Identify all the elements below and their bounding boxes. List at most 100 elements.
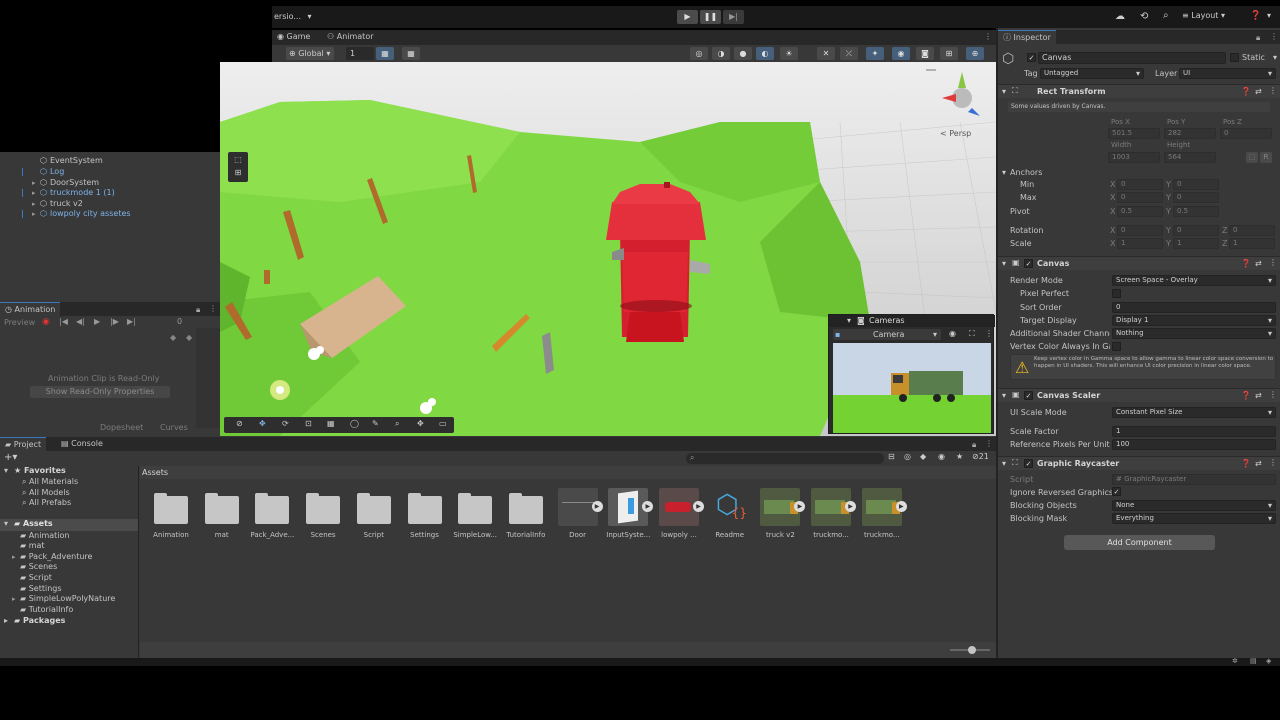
asset-grid-item[interactable]: ▶ Door (556, 488, 606, 542)
perspective-label[interactable]: < Persp (940, 129, 971, 138)
lit-mode-button[interactable]: ◐ (756, 47, 774, 60)
global-gizmo-button[interactable]: ⊕ (966, 47, 984, 60)
project-search-input[interactable]: ⌕ (686, 453, 884, 464)
sort-order-field[interactable]: 0 (1112, 302, 1276, 313)
move-tool-icon[interactable]: ✥ (259, 419, 266, 428)
gizmos-button[interactable]: ⊞ (940, 47, 958, 60)
tab-dopesheet[interactable]: Dopesheet (100, 423, 143, 432)
favorite-item[interactable]: ⌕ All Models (22, 488, 70, 498)
rotation-y-field[interactable]: 0 (1173, 225, 1219, 236)
tab-animator[interactable]: ⚇ Animator (322, 30, 379, 44)
max-y-field[interactable]: 0 (1173, 192, 1219, 203)
cache-icon[interactable]: ▤ (1250, 657, 1257, 665)
asset-folder-item[interactable]: ▰ Scenes (12, 562, 57, 571)
frame-field[interactable]: 0 (177, 317, 182, 326)
notification-icon[interactable]: ◈ (1266, 657, 1271, 665)
favorite-icon[interactable]: ★ (956, 452, 963, 461)
asset-grid-folder[interactable]: TutorialInfo (505, 488, 555, 542)
first-frame-icon[interactable]: |◀ (59, 317, 68, 326)
scale-y-field[interactable]: 1 (1173, 238, 1219, 249)
add-keyframe-icon[interactable]: ◆ (170, 333, 176, 342)
chevron-right-icon[interactable]: ▸ (32, 200, 40, 208)
rotation-x-field[interactable]: 0 (1117, 225, 1163, 236)
asset-folder-item[interactable]: ▰ mat (12, 541, 45, 550)
tab-animation[interactable]: ◷ Animation (0, 302, 61, 316)
chevron-down-icon[interactable]: ▾ (1273, 53, 1277, 62)
graphic-raycaster-header[interactable]: ▾ ⛶ ✓ Graphic Raycaster ❓ ⇄ ⋮ (998, 456, 1280, 470)
tag-dropdown[interactable]: Untagged (1040, 68, 1144, 79)
pivot-y-field[interactable]: 0.5 (1173, 206, 1219, 217)
preset-icon[interactable]: ⇄ (1255, 259, 1262, 268)
chevron-down-icon[interactable]: ▾ (1002, 168, 1006, 177)
expand-prefab-icon[interactable]: ▶ (591, 501, 603, 512)
scene-search-icon[interactable]: ⊟ (888, 452, 895, 461)
history-icon[interactable]: ⟲ (1140, 11, 1148, 22)
hierarchy-item[interactable]: ▸ ⬡ DoorSystem (22, 178, 99, 187)
chevron-down-icon[interactable]: ▾ (1267, 11, 1271, 20)
help-icon[interactable]: ❓ (1241, 87, 1251, 96)
snap-toggle-button[interactable]: ▦ (402, 47, 420, 60)
animation-timeline[interactable] (196, 328, 220, 428)
rect-transform-icon[interactable]: ▦ (327, 419, 335, 428)
help-icon[interactable]: ❓ (1241, 259, 1251, 268)
more-icon[interactable]: ⋮ (209, 304, 217, 313)
asset-grid-folder[interactable]: mat (201, 488, 251, 542)
min-y-field[interactable]: 0 (1173, 179, 1219, 190)
max-x-field[interactable]: 0 (1117, 192, 1163, 203)
hidden-count-badge[interactable]: ⊘21 (972, 452, 989, 461)
pause-button[interactable]: ❚❚ (700, 10, 721, 24)
more-icon[interactable]: ⋮ (1269, 86, 1277, 95)
play-button[interactable]: ▶ (677, 10, 698, 24)
min-x-field[interactable]: 0 (1117, 179, 1163, 190)
more-icon[interactable]: ⋮ (984, 32, 992, 41)
expand-prefab-icon[interactable]: ▶ (845, 501, 857, 512)
hierarchy-item[interactable]: ▸ ⬡ truckmode 1 (1) (22, 188, 115, 197)
canvas-component-header[interactable]: ▾ ▣ ✓ Canvas ❓ ⇄ ⋮ (998, 256, 1280, 270)
hierarchy-item[interactable]: ⬡ EventSystem (22, 156, 103, 165)
tab-console[interactable]: ▤ Console (56, 437, 108, 451)
version-menu[interactable]: ersio... ▾ (274, 12, 312, 21)
favorite-item[interactable]: ⌕ All Prefabs (22, 498, 71, 508)
favorites-node[interactable]: ▾ ★ Favorites (4, 466, 66, 475)
pos-y-field[interactable]: 282 (1164, 128, 1216, 139)
asset-grid-item[interactable]: ▶ lowpoly ... (657, 488, 707, 542)
raw-edit-button[interactable]: R (1260, 152, 1272, 163)
blueprint-button[interactable]: ⬚ (1246, 152, 1258, 163)
expand-prefab-icon[interactable]: ▶ (642, 501, 654, 512)
log-filter-icon[interactable]: ◉ (938, 452, 945, 461)
tab-game[interactable]: ◉ Game (272, 30, 315, 44)
overlay-menu-icon[interactable]: ▭ (439, 419, 447, 428)
more-icon[interactable]: ⋮ (985, 439, 993, 448)
label-filter-icon[interactable]: ◆ (920, 452, 926, 461)
asset-folder-item[interactable]: ▰ TutorialInfo (12, 605, 73, 614)
camera-settings-button[interactable]: ◙ (916, 47, 934, 60)
grid-toggle-button[interactable]: ▦ (376, 47, 394, 60)
object-name-field[interactable]: Canvas (1038, 52, 1226, 64)
view-tool-icon[interactable]: ⊘ (236, 419, 243, 428)
lock-icon[interactable]: 🔒︎ (196, 305, 200, 315)
height-field[interactable]: 564 (1164, 152, 1216, 163)
pixel-perfect-checkbox[interactable] (1112, 289, 1121, 298)
asset-grid-folder[interactable]: Settings (404, 488, 454, 542)
rotation-z-field[interactable]: 0 (1229, 225, 1275, 236)
ref-ppu-field[interactable]: 100 (1112, 439, 1276, 450)
asset-folder-item[interactable]: ▸ ▰ Pack_Adventure (12, 552, 92, 561)
more-icon[interactable]: ⋮ (1269, 258, 1277, 267)
layout-dropdown[interactable]: ≡ Layout ▾ (1182, 11, 1225, 20)
tab-curves[interactable]: Curves (160, 423, 188, 432)
pos-x-field[interactable]: 501.5 (1108, 128, 1160, 139)
visibility-button[interactable]: ◉ (892, 47, 910, 60)
active-checkbox[interactable]: ✓ (1027, 53, 1036, 62)
assets-node[interactable]: ▾ ▰ Assets (0, 519, 138, 531)
effects-button[interactable]: ✦ (866, 47, 884, 60)
more-icon[interactable]: ⋮ (985, 329, 993, 338)
asset-folder-item[interactable]: ▰ Script (12, 573, 52, 582)
help-icon[interactable]: ❓ (1241, 391, 1251, 400)
type-filter-icon[interactable]: ◎ (904, 452, 911, 461)
more-icon[interactable]: ⋮ (1270, 32, 1278, 41)
fit-icon[interactable]: ⛶ (969, 329, 975, 339)
raycaster-enabled-checkbox[interactable]: ✓ (1024, 459, 1033, 468)
asset-grid-folder[interactable]: Pack_Adve... (250, 488, 301, 542)
preview-toggle[interactable]: Preview (4, 318, 35, 327)
thumbnail-size-slider[interactable] (950, 646, 990, 654)
